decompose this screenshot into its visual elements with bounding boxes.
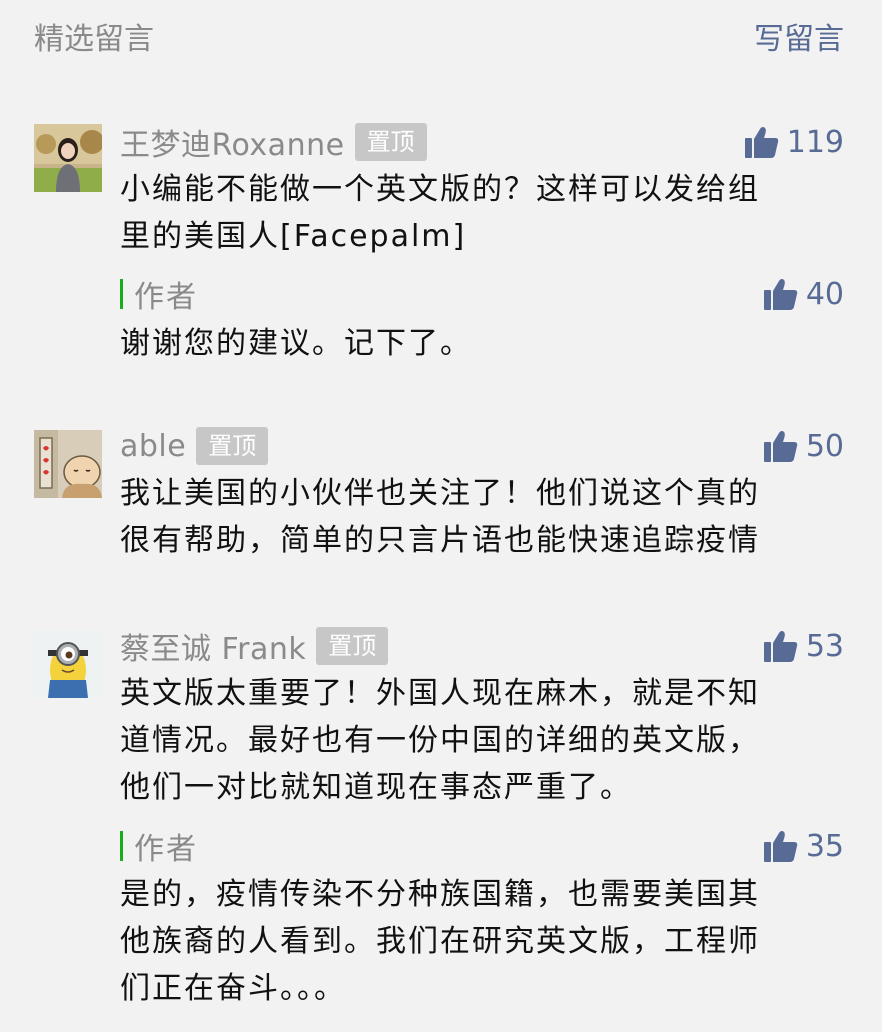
- comment-header: 王梦迪Roxanne 置顶: [120, 120, 427, 164]
- author-label: 作者: [134, 280, 198, 315]
- comments-page: 精选留言 写留言 王梦迪Roxanne 置顶 119 小编能不能做一个英文版的？…: [0, 0, 882, 1032]
- reply-text-line: 谢谢您的建议。记下了。: [120, 326, 472, 361]
- nickname[interactable]: 王梦迪Roxanne: [120, 120, 345, 164]
- comment-text-line: 里的美国人[Facepalm]: [120, 219, 467, 254]
- comment-text: 小编能不能做一个英文版的？这样可以发给组 里的美国人[Facepalm]: [120, 166, 840, 260]
- thumbs-up-icon: [763, 831, 798, 862]
- like-button[interactable]: 50: [763, 426, 844, 466]
- nickname[interactable]: 蔡至诚 Frank: [120, 624, 306, 668]
- comment-text-line: 英文版太重要了！外国人现在麻木，就是不知: [120, 676, 760, 711]
- like-count: 35: [805, 828, 844, 864]
- author-indicator-bar: [120, 279, 123, 309]
- author-label: 作者: [134, 832, 198, 867]
- like-count: 119: [786, 124, 844, 160]
- avatar[interactable]: [34, 124, 102, 192]
- reply-text-line: 们正在奋斗。。。: [120, 971, 346, 1006]
- nickname[interactable]: able: [120, 429, 186, 464]
- author-indicator-bar: [120, 831, 123, 861]
- reply-text-line: 他族裔的人看到。我们在研究英文版，工程师: [120, 924, 760, 959]
- comment-header: able 置顶: [120, 426, 269, 466]
- author-reply-header: 作者: [120, 274, 198, 315]
- like-button[interactable]: 119: [744, 122, 844, 162]
- like-count: 40: [805, 276, 844, 312]
- comment-text: 我让美国的小伙伴也关注了！他们说这个真的 很有帮助，简单的只言片语也能快速追踪疫…: [120, 470, 840, 564]
- comment-text-line: 我让美国的小伙伴也关注了！他们说这个真的: [120, 476, 760, 511]
- write-comment-link[interactable]: 写留言: [754, 20, 844, 60]
- author-reply-header: 作者: [120, 826, 198, 867]
- avatar[interactable]: [34, 430, 102, 498]
- like-count: 53: [805, 628, 844, 664]
- like-count: 50: [805, 428, 844, 464]
- pinned-badge: 置顶: [354, 123, 427, 161]
- pinned-badge: 置顶: [316, 627, 389, 665]
- reply-text: 是的，疫情传染不分种族国籍，也需要美国其 他族裔的人看到。我们在研究英文版，工程…: [120, 871, 840, 1012]
- thumbs-up-icon: [763, 431, 798, 462]
- reply-like-button[interactable]: 40: [763, 274, 844, 314]
- comment-text-line: 他们一对比就知道现在事态严重了。: [120, 770, 632, 805]
- avatar[interactable]: [34, 630, 102, 698]
- thumbs-up-icon: [763, 279, 798, 310]
- comment-text-line: 小编能不能做一个英文版的？这样可以发给组: [120, 172, 760, 207]
- reply-text-line: 是的，疫情传染不分种族国籍，也需要美国其: [120, 877, 760, 912]
- reply-like-button[interactable]: 35: [763, 826, 844, 866]
- comment-header: 蔡至诚 Frank 置顶: [120, 624, 389, 668]
- pinned-badge: 置顶: [196, 427, 269, 465]
- comments-header: 精选留言 写留言: [0, 0, 882, 80]
- reply-text: 谢谢您的建议。记下了。: [120, 320, 840, 367]
- like-button[interactable]: 53: [763, 626, 844, 666]
- comment-text: 英文版太重要了！外国人现在麻木，就是不知 道情况。最好也有一份中国的详细的英文版…: [120, 670, 840, 811]
- comment-text-line: 很有帮助，简单的只言片语也能快速追踪疫情: [120, 523, 760, 558]
- featured-comments-title: 精选留言: [34, 22, 154, 57]
- comment-text-line: 道情况。最好也有一份中国的详细的英文版，: [120, 723, 760, 758]
- thumbs-up-icon: [744, 127, 778, 158]
- thumbs-up-icon: [763, 631, 798, 662]
